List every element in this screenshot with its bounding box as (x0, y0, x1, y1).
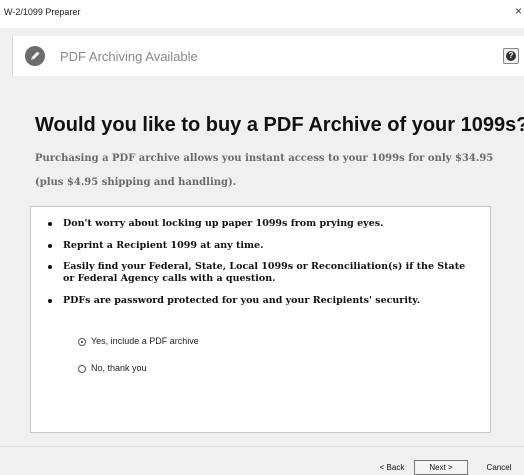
radio-selected-icon[interactable] (78, 338, 86, 346)
pen-edit-icon (25, 46, 45, 66)
window-title: W-2/1099 Preparer (4, 7, 81, 17)
list-item: Reprint a Recipient 1099 at any time. (48, 240, 468, 252)
title-bar: W-2/1099 Preparer × (0, 0, 524, 28)
list-item: Easily find your Federal, State, Local 1… (48, 261, 468, 285)
intro-text: Purchasing a PDF archive allows you inst… (35, 153, 494, 188)
benefits-panel: Don't worry about locking up paper 1099s… (30, 206, 491, 433)
option-no-label[interactable]: No, thank you (91, 363, 147, 373)
back-button[interactable]: < Back (372, 460, 412, 475)
next-button[interactable]: Next > (414, 460, 468, 475)
page-header: PDF Archiving Available ? (12, 36, 524, 76)
cancel-button[interactable]: Cancel (480, 460, 518, 475)
option-yes-label[interactable]: Yes, include a PDF archive (91, 336, 199, 346)
page-header-title: PDF Archiving Available (60, 49, 198, 64)
help-icon: ? (506, 51, 516, 61)
wizard-content: PDF Archiving Available ? Would you like… (0, 28, 524, 475)
page-title: Would you like to buy a PDF Archive of y… (35, 114, 524, 136)
list-item: Don't worry about locking up paper 1099s… (48, 218, 468, 230)
close-button[interactable]: × (515, 5, 522, 17)
help-button[interactable]: ? (503, 48, 519, 64)
footer-divider (0, 446, 524, 447)
radio-unselected-icon[interactable] (78, 365, 86, 373)
list-item: PDFs are password protected for you and … (48, 295, 468, 307)
